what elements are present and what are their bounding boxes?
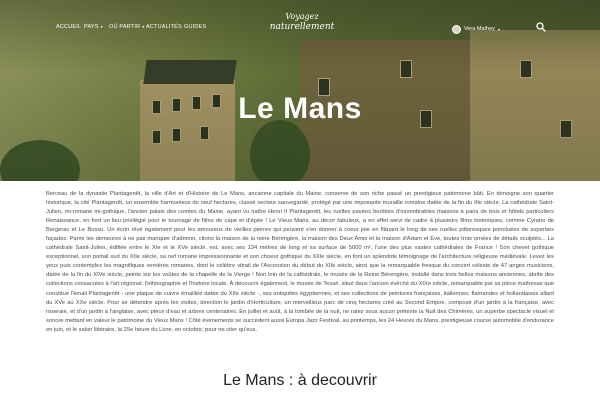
- main-nav: ACCUEIL PAYS ▾ OÙ PARTIR ▾ ACTUALITÉS GUID…: [0, 0, 600, 55]
- nav-item-pays[interactable]: PAYS ▾: [84, 24, 103, 30]
- section-title: Le Mans : à decouvrir: [223, 372, 377, 389]
- nav-item-label: ACTUALITÉS: [146, 24, 182, 30]
- search-icon[interactable]: [536, 22, 546, 32]
- nav-item-label: ACCUEIL: [56, 24, 82, 30]
- user-name: Vera Mathey: [464, 26, 495, 32]
- chevron-down-icon: ▾: [497, 26, 500, 32]
- nav-item-label: PAYS: [84, 24, 99, 30]
- nav-item-guides[interactable]: GUIDES: [184, 24, 206, 30]
- article-text: Berceau de la dynastie Plantagenêt, la v…: [46, 191, 554, 333]
- chevron-down-icon: ▾: [100, 24, 103, 29]
- nav-item-accueil[interactable]: ACCUEIL: [56, 24, 81, 30]
- user-menu[interactable]: Vera Mathey ▾: [452, 23, 500, 35]
- chevron-down-icon: ▾: [142, 24, 145, 29]
- page-title: Le Mans: [238, 92, 362, 125]
- logo-line-1: Voyagez: [285, 12, 319, 21]
- nav-item-label: OÙ PARTIR: [109, 24, 141, 30]
- hero-banner: ACCUEIL PAYS ▾ OÙ PARTIR ▾ ACTUALITÉS GUID…: [0, 0, 600, 181]
- nav-item-label: GUIDES: [184, 24, 207, 30]
- nav-item-ou-partir[interactable]: OÙ PARTIR ▾: [109, 24, 144, 30]
- logo-line-2: naturellement: [269, 22, 335, 32]
- avatar: [452, 24, 461, 34]
- nav-item-actualites[interactable]: ACTUALITÉS: [146, 24, 182, 30]
- site-logo[interactable]: Voyagez naturellement: [266, 12, 338, 40]
